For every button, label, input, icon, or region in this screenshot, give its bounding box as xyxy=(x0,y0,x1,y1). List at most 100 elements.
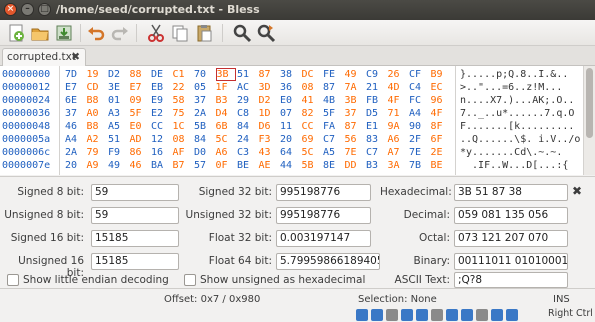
new-file-icon[interactable] xyxy=(6,23,26,43)
hex-byte[interactable]: 75 xyxy=(173,108,193,119)
hex-byte[interactable]: A5 xyxy=(108,121,128,132)
hex-byte[interactable]: 87 xyxy=(323,82,343,93)
hex-byte[interactable]: 70 xyxy=(194,69,214,80)
hex-byte[interactable]: 12 xyxy=(151,134,171,145)
hex-byte[interactable]: E7 xyxy=(65,82,85,93)
hex-byte[interactable]: 5C xyxy=(216,134,236,145)
hex-byte[interactable]: 88 xyxy=(130,69,150,80)
hex-byte[interactable]: BA xyxy=(151,160,171,171)
hex-byte[interactable]: 37 xyxy=(345,108,365,119)
open-folder-icon[interactable] xyxy=(30,23,50,43)
hex-column[interactable]: 7D 19 D2 88 DE C1 70 3B 51 87 38 DC FE 49 C9 26 CF B9 E7 CD… xyxy=(60,66,456,175)
decimal-field[interactable]: 059 081 135 056 xyxy=(454,207,568,224)
hex-byte[interactable]: 44 xyxy=(280,160,300,171)
hex-byte[interactable]: 3D xyxy=(259,82,279,93)
hex-byte[interactable]: D0 xyxy=(194,147,214,158)
hex-byte[interactable]: A4 xyxy=(409,108,429,119)
paste-icon[interactable] xyxy=(194,23,214,43)
hex-byte[interactable]: 46 xyxy=(130,160,150,171)
hex-byte[interactable]: B3 xyxy=(216,95,236,106)
hex-byte[interactable]: 90 xyxy=(409,121,429,132)
hex-editor-area[interactable]: 00000000 00000012 00000024 00000036 00000048… xyxy=(0,66,583,175)
close-panel-icon[interactable]: ✖ xyxy=(572,184,582,198)
hex-byte[interactable]: A2 xyxy=(87,134,107,145)
hex-byte[interactable]: 83 xyxy=(366,134,386,145)
tab-corrupted-txt[interactable]: corrupted.txt ✖ xyxy=(2,48,86,67)
hex-byte[interactable]: 16 xyxy=(151,147,171,158)
hex-byte[interactable]: 6E xyxy=(65,95,85,106)
octal-field[interactable]: 073 121 207 070 xyxy=(454,230,568,247)
hex-byte[interactable]: 24 xyxy=(237,134,257,145)
hex-byte[interactable]: 46 xyxy=(65,121,85,132)
hex-byte[interactable]: 2F xyxy=(409,134,429,145)
hex-byte[interactable]: A0 xyxy=(87,108,107,119)
hex-byte[interactable]: 37 xyxy=(194,95,214,106)
hex-byte[interactable]: 71 xyxy=(388,108,408,119)
redo-icon[interactable] xyxy=(110,23,130,43)
hex-byte[interactable]: 20 xyxy=(65,160,85,171)
hex-byte[interactable]: 1F xyxy=(216,82,236,93)
hex-byte[interactable]: 96 xyxy=(431,95,451,106)
hexadecimal-field[interactable]: 3B 51 87 38 xyxy=(454,184,568,201)
hex-byte[interactable]: 29 xyxy=(237,95,257,106)
hex-byte[interactable]: 79 xyxy=(87,147,107,158)
maximize-icon[interactable]: □ xyxy=(38,3,51,16)
hex-byte[interactable]: 38 xyxy=(280,69,300,80)
hex-byte[interactable]: 6B xyxy=(216,121,236,132)
unsigned-16-bit-field[interactable]: 15185 xyxy=(91,253,179,270)
hex-byte[interactable]: CD xyxy=(87,82,107,93)
hex-byte[interactable]: 4D xyxy=(388,82,408,93)
hex-byte[interactable]: D4 xyxy=(216,108,236,119)
hex-byte[interactable]: 49 xyxy=(345,69,365,80)
signed-8-bit-field[interactable]: 59 xyxy=(91,184,179,201)
hex-byte[interactable]: B7 xyxy=(173,160,193,171)
hex-byte[interactable]: 4F xyxy=(388,95,408,106)
hex-byte[interactable]: E9 xyxy=(151,95,171,106)
hex-byte[interactable]: A9 xyxy=(87,160,107,171)
hex-byte[interactable]: 69 xyxy=(302,134,322,145)
hex-byte[interactable]: 08 xyxy=(173,134,193,145)
ascii-text-field[interactable]: ;Q?8 xyxy=(454,272,568,288)
hex-byte[interactable]: EC xyxy=(431,82,451,93)
hex-byte[interactable]: DE xyxy=(151,69,171,80)
hex-byte[interactable]: AD xyxy=(130,134,150,145)
hex-byte[interactable]: 7E xyxy=(409,147,429,158)
hex-byte[interactable]: 87 xyxy=(259,69,279,80)
ascii-column[interactable]: }.....p;Q.8..I.&.. >.."...=6..z!M... n....… xyxy=(456,66,583,175)
hex-byte[interactable]: E0 xyxy=(130,121,150,132)
hex-byte[interactable]: BE xyxy=(431,160,451,171)
undo-icon[interactable] xyxy=(86,23,106,43)
hex-byte[interactable]: AC xyxy=(237,82,257,93)
float-64-bit-field[interactable]: 5.79959866189405E-23 xyxy=(276,253,380,270)
hex-byte[interactable]: 7D xyxy=(65,69,85,80)
save-icon[interactable] xyxy=(54,23,74,43)
hex-byte[interactable]: 86 xyxy=(130,147,150,158)
hex-byte[interactable]: 3A xyxy=(388,160,408,171)
hex-byte[interactable]: 5C xyxy=(302,147,322,158)
hex-byte[interactable]: 20 xyxy=(280,134,300,145)
vertical-scrollbar[interactable] xyxy=(583,66,595,175)
unsigned-hex-checkbox[interactable] xyxy=(184,274,196,286)
hex-byte[interactable]: 22 xyxy=(173,82,193,93)
hex-byte[interactable]: 2A xyxy=(194,108,214,119)
hex-byte[interactable]: 19 xyxy=(87,69,107,80)
hex-byte[interactable]: 5F xyxy=(130,108,150,119)
hex-byte[interactable]: E7 xyxy=(130,82,150,93)
hex-byte[interactable]: C3 xyxy=(237,147,257,158)
hex-byte[interactable]: A5 xyxy=(323,147,343,158)
signed-32-bit-field[interactable]: 995198776 xyxy=(276,184,371,201)
hex-byte[interactable]: 56 xyxy=(345,134,365,145)
hex-byte[interactable]: 7B xyxy=(409,160,429,171)
hex-byte[interactable]: FA xyxy=(323,121,343,132)
ascii-row[interactable]: n....X7.)...AK;.O.. xyxy=(460,95,587,108)
hex-byte[interactable]: 01 xyxy=(108,95,128,106)
hex-cursor-byte[interactable]: 3B xyxy=(215,68,236,81)
hex-byte[interactable]: 51 xyxy=(237,69,257,80)
hex-byte[interactable]: 84 xyxy=(194,134,214,145)
hex-byte[interactable]: A6 xyxy=(388,134,408,145)
hex-byte[interactable]: 49 xyxy=(108,160,128,171)
hex-byte[interactable]: 51 xyxy=(108,134,128,145)
hex-byte[interactable]: 2A xyxy=(65,147,85,158)
hex-byte[interactable]: 7A xyxy=(345,82,365,93)
hex-byte[interactable]: B8 xyxy=(87,95,107,106)
